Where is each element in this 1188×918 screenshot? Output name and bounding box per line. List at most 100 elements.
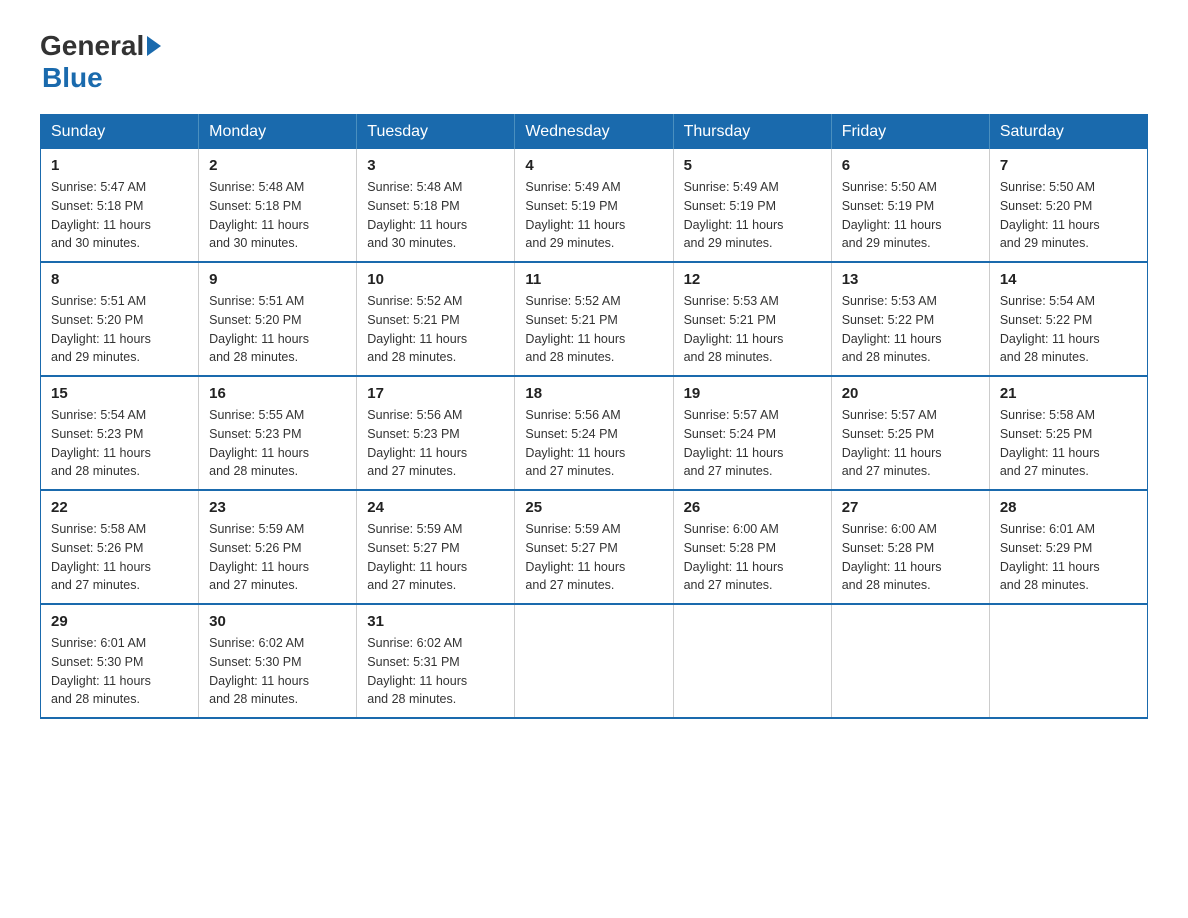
calendar-cell: 19Sunrise: 5:57 AMSunset: 5:24 PMDayligh… xyxy=(673,376,831,490)
week-row-1: 1 Sunrise: 5:47 AMSunset: 5:18 PMDaylight… xyxy=(41,149,1148,262)
calendar-cell: 5Sunrise: 5:49 AMSunset: 5:19 PMDaylight… xyxy=(673,149,831,262)
calendar-cell: 29 Sunrise: 6:01 AMSunset: 5:30 PMDayligh… xyxy=(41,604,199,718)
day-number: 29 xyxy=(51,613,188,630)
header-monday: Monday xyxy=(199,115,357,150)
calendar-cell: 16Sunrise: 5:55 AMSunset: 5:23 PMDayligh… xyxy=(199,376,357,490)
day-info: Sunrise: 5:52 AMSunset: 5:21 PMDaylight:… xyxy=(525,292,662,367)
day-number: 31 xyxy=(367,613,504,630)
calendar-cell: 25 Sunrise: 5:59 AMSunset: 5:27 PMDayligh… xyxy=(515,490,673,604)
calendar-cell xyxy=(515,604,673,718)
week-row-5: 29 Sunrise: 6:01 AMSunset: 5:30 PMDayligh… xyxy=(41,604,1148,718)
calendar-cell: 18Sunrise: 5:56 AMSunset: 5:24 PMDayligh… xyxy=(515,376,673,490)
calendar-cell: 6 Sunrise: 5:50 AMSunset: 5:19 PMDaylight… xyxy=(831,149,989,262)
calendar-cell: 21Sunrise: 5:58 AMSunset: 5:25 PMDayligh… xyxy=(989,376,1147,490)
calendar-cell: 15Sunrise: 5:54 AMSunset: 5:23 PMDayligh… xyxy=(41,376,199,490)
logo-general-text: General xyxy=(40,30,144,62)
week-row-3: 15Sunrise: 5:54 AMSunset: 5:23 PMDayligh… xyxy=(41,376,1148,490)
day-info: Sunrise: 6:01 AMSunset: 5:30 PMDaylight:… xyxy=(51,634,188,709)
calendar-cell: 2Sunrise: 5:48 AMSunset: 5:18 PMDaylight… xyxy=(199,149,357,262)
day-info: Sunrise: 5:56 AMSunset: 5:24 PMDaylight:… xyxy=(525,406,662,481)
calendar-cell: 9 Sunrise: 5:51 AMSunset: 5:20 PMDaylight… xyxy=(199,262,357,376)
day-number: 7 xyxy=(1000,157,1137,174)
day-number: 24 xyxy=(367,499,504,516)
day-number: 30 xyxy=(209,613,346,630)
header-row: SundayMondayTuesdayWednesdayThursdayFrid… xyxy=(41,115,1148,150)
day-number: 3 xyxy=(367,157,504,174)
day-number: 4 xyxy=(525,157,662,174)
logo-blue-text: Blue xyxy=(42,62,103,94)
day-number: 26 xyxy=(684,499,821,516)
day-info: Sunrise: 5:50 AMSunset: 5:19 PMDaylight:… xyxy=(842,178,979,253)
calendar-cell: 30 Sunrise: 6:02 AMSunset: 5:30 PMDayligh… xyxy=(199,604,357,718)
day-info: Sunrise: 5:48 AMSunset: 5:18 PMDaylight:… xyxy=(209,178,346,253)
calendar-cell: 1 Sunrise: 5:47 AMSunset: 5:18 PMDaylight… xyxy=(41,149,199,262)
calendar-cell: 10Sunrise: 5:52 AMSunset: 5:21 PMDayligh… xyxy=(357,262,515,376)
day-number: 23 xyxy=(209,499,346,516)
calendar-cell: 7 Sunrise: 5:50 AMSunset: 5:20 PMDaylight… xyxy=(989,149,1147,262)
day-info: Sunrise: 5:50 AMSunset: 5:20 PMDaylight:… xyxy=(1000,178,1137,253)
week-row-2: 8Sunrise: 5:51 AMSunset: 5:20 PMDaylight… xyxy=(41,262,1148,376)
day-info: Sunrise: 6:01 AMSunset: 5:29 PMDaylight:… xyxy=(1000,520,1137,595)
calendar-cell: 13 Sunrise: 5:53 AMSunset: 5:22 PMDayligh… xyxy=(831,262,989,376)
day-info: Sunrise: 5:59 AMSunset: 5:26 PMDaylight:… xyxy=(209,520,346,595)
calendar-body: 1 Sunrise: 5:47 AMSunset: 5:18 PMDaylight… xyxy=(41,149,1148,718)
page-header: GeneralBlue xyxy=(40,30,1148,94)
calendar-cell: 22 Sunrise: 5:58 AMSunset: 5:26 PMDayligh… xyxy=(41,490,199,604)
calendar-cell: 24Sunrise: 5:59 AMSunset: 5:27 PMDayligh… xyxy=(357,490,515,604)
calendar-cell: 3 Sunrise: 5:48 AMSunset: 5:18 PMDaylight… xyxy=(357,149,515,262)
calendar-cell: 31Sunrise: 6:02 AMSunset: 5:31 PMDayligh… xyxy=(357,604,515,718)
day-number: 15 xyxy=(51,385,188,402)
day-info: Sunrise: 5:53 AMSunset: 5:22 PMDaylight:… xyxy=(842,292,979,367)
day-number: 22 xyxy=(51,499,188,516)
day-info: Sunrise: 6:02 AMSunset: 5:30 PMDaylight:… xyxy=(209,634,346,709)
day-info: Sunrise: 5:53 AMSunset: 5:21 PMDaylight:… xyxy=(684,292,821,367)
calendar-cell: 28 Sunrise: 6:01 AMSunset: 5:29 PMDayligh… xyxy=(989,490,1147,604)
header-thursday: Thursday xyxy=(673,115,831,150)
calendar-cell: 20Sunrise: 5:57 AMSunset: 5:25 PMDayligh… xyxy=(831,376,989,490)
header-wednesday: Wednesday xyxy=(515,115,673,150)
day-info: Sunrise: 5:57 AMSunset: 5:24 PMDaylight:… xyxy=(684,406,821,481)
calendar-cell: 23 Sunrise: 5:59 AMSunset: 5:26 PMDayligh… xyxy=(199,490,357,604)
calendar-table: SundayMondayTuesdayWednesdayThursdayFrid… xyxy=(40,114,1148,719)
day-number: 6 xyxy=(842,157,979,174)
day-info: Sunrise: 5:49 AMSunset: 5:19 PMDaylight:… xyxy=(525,178,662,253)
logo: GeneralBlue xyxy=(40,30,164,94)
calendar-cell: 4 Sunrise: 5:49 AMSunset: 5:19 PMDaylight… xyxy=(515,149,673,262)
day-info: Sunrise: 6:00 AMSunset: 5:28 PMDaylight:… xyxy=(842,520,979,595)
header-tuesday: Tuesday xyxy=(357,115,515,150)
calendar-cell: 17Sunrise: 5:56 AMSunset: 5:23 PMDayligh… xyxy=(357,376,515,490)
day-number: 11 xyxy=(525,271,662,288)
day-info: Sunrise: 5:47 AMSunset: 5:18 PMDaylight:… xyxy=(51,178,188,253)
calendar-cell: 11 Sunrise: 5:52 AMSunset: 5:21 PMDayligh… xyxy=(515,262,673,376)
day-info: Sunrise: 5:59 AMSunset: 5:27 PMDaylight:… xyxy=(525,520,662,595)
calendar-cell xyxy=(673,604,831,718)
header-friday: Friday xyxy=(831,115,989,150)
calendar-cell: 8Sunrise: 5:51 AMSunset: 5:20 PMDaylight… xyxy=(41,262,199,376)
calendar-cell: 14 Sunrise: 5:54 AMSunset: 5:22 PMDayligh… xyxy=(989,262,1147,376)
day-number: 20 xyxy=(842,385,979,402)
day-info: Sunrise: 5:52 AMSunset: 5:21 PMDaylight:… xyxy=(367,292,504,367)
day-number: 27 xyxy=(842,499,979,516)
day-number: 9 xyxy=(209,271,346,288)
day-info: Sunrise: 5:58 AMSunset: 5:26 PMDaylight:… xyxy=(51,520,188,595)
day-info: Sunrise: 5:51 AMSunset: 5:20 PMDaylight:… xyxy=(51,292,188,367)
day-info: Sunrise: 5:56 AMSunset: 5:23 PMDaylight:… xyxy=(367,406,504,481)
day-info: Sunrise: 5:54 AMSunset: 5:22 PMDaylight:… xyxy=(1000,292,1137,367)
calendar-cell xyxy=(831,604,989,718)
day-info: Sunrise: 5:49 AMSunset: 5:19 PMDaylight:… xyxy=(684,178,821,253)
calendar-cell: 12Sunrise: 5:53 AMSunset: 5:21 PMDayligh… xyxy=(673,262,831,376)
day-info: Sunrise: 5:51 AMSunset: 5:20 PMDaylight:… xyxy=(209,292,346,367)
day-number: 14 xyxy=(1000,271,1137,288)
calendar-cell: 26 Sunrise: 6:00 AMSunset: 5:28 PMDayligh… xyxy=(673,490,831,604)
day-info: Sunrise: 5:48 AMSunset: 5:18 PMDaylight:… xyxy=(367,178,504,253)
calendar-header: SundayMondayTuesdayWednesdayThursdayFrid… xyxy=(41,115,1148,150)
day-info: Sunrise: 5:58 AMSunset: 5:25 PMDaylight:… xyxy=(1000,406,1137,481)
day-number: 28 xyxy=(1000,499,1137,516)
day-number: 1 xyxy=(51,157,188,174)
header-saturday: Saturday xyxy=(989,115,1147,150)
day-number: 13 xyxy=(842,271,979,288)
day-number: 16 xyxy=(209,385,346,402)
day-number: 25 xyxy=(525,499,662,516)
day-info: Sunrise: 6:00 AMSunset: 5:28 PMDaylight:… xyxy=(684,520,821,595)
calendar-cell xyxy=(989,604,1147,718)
